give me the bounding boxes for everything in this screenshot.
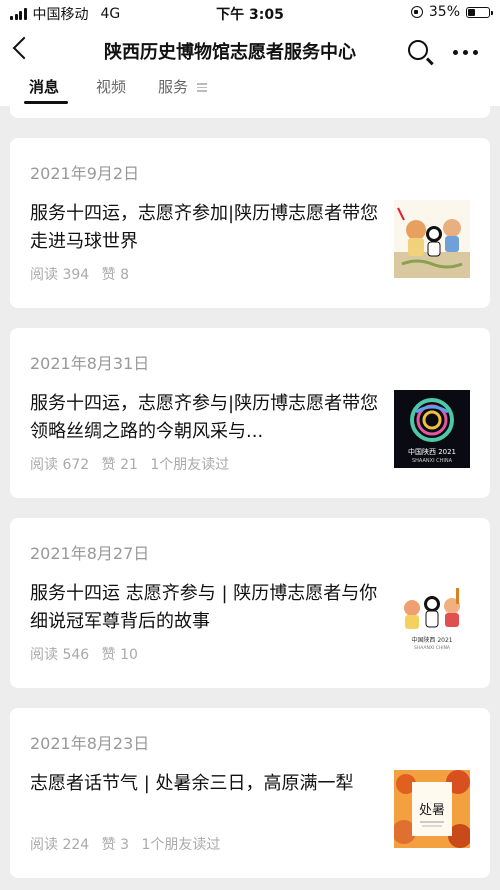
- article-card[interactable]: 2021年8月23日 志愿者话节气 | 处暑余三日，高原满一犁 阅读 224 赞…: [10, 708, 490, 878]
- article-title[interactable]: 服务十四运，志愿齐参与|陕历博志愿者带您领略丝绸之路的今朝风采与...: [30, 390, 380, 446]
- article-thumbnail[interactable]: 中国陕西 2021 SHAANXI CHINA: [394, 580, 470, 658]
- read-count: 阅读 224: [30, 837, 90, 853]
- tab-active-indicator: [24, 101, 68, 104]
- article-card[interactable]: 2021年8月27日 服务十四运 志愿齐参与 | 陕历博志愿者与你细说冠军尊背后…: [10, 518, 490, 688]
- article-date: 2021年8月27日: [30, 544, 150, 563]
- friends-read: 1个朋友读过: [141, 837, 221, 853]
- article-date: 2021年8月23日: [30, 734, 150, 753]
- previous-card-edge: [10, 106, 490, 118]
- solar-term-poster: 处暑: [394, 770, 470, 848]
- friends-read: 1个朋友读过: [150, 457, 230, 473]
- article-thumbnail[interactable]: 中国陕西 2021 SHAANXI CHINA: [394, 390, 470, 468]
- tab-services[interactable]: 服务: [158, 76, 207, 97]
- tab-messages[interactable]: 消息: [29, 76, 59, 97]
- article-meta: 阅读 394 赞 8: [30, 264, 137, 284]
- like-count: 赞 3: [101, 837, 129, 853]
- tab-services-label: 服务: [158, 78, 189, 96]
- mascot-illustration: 中国陕西 2021 SHAANXI CHINA: [404, 588, 460, 651]
- battery-percent: 35%: [428, 4, 460, 20]
- mascot-caption-cn: 中国陕西 2021: [411, 636, 452, 644]
- article-meta: 阅读 546 赞 10: [30, 644, 146, 664]
- read-count: 阅读 672: [30, 457, 90, 473]
- article-title[interactable]: 服务十四运 志愿齐参与 | 陕历博志愿者与你细说冠军尊背后的故事: [30, 580, 380, 636]
- polo-illustration: [394, 207, 470, 278]
- menu-icon: [196, 81, 207, 94]
- article-thumbnail[interactable]: [394, 200, 470, 278]
- like-count: 赞 21: [101, 457, 138, 473]
- article-thumbnail[interactable]: 处暑: [394, 770, 470, 848]
- tab-bar: 消息 视频 服务: [0, 76, 500, 106]
- article-meta: 阅读 224 赞 3 1个朋友读过: [30, 834, 228, 854]
- poster-title: 处暑: [419, 803, 445, 818]
- status-bar: 中国移动 4G 下午 3:05 35%: [0, 0, 500, 26]
- article-date: 2021年9月2日: [30, 164, 140, 183]
- emblem-caption-cn: 中国陕西 2021: [408, 447, 456, 456]
- page-title: 陕西历史博物馆志愿者服务中心: [104, 42, 356, 63]
- article-title[interactable]: 志愿者话节气 | 处暑余三日，高原满一犁: [30, 770, 380, 798]
- article-card[interactable]: 2021年9月2日 服务十四运，志愿齐参加|陕历博志愿者带您走进马球世界 阅读 …: [10, 138, 490, 308]
- battery-icon: [466, 6, 493, 18]
- search-icon[interactable]: [408, 40, 428, 60]
- games-emblem: 中国陕西 2021 SHAANXI CHINA: [408, 398, 456, 464]
- like-count: 赞 10: [101, 647, 138, 663]
- emblem-caption-en: SHAANXI CHINA: [412, 458, 453, 464]
- back-arrow-icon[interactable]: [12, 36, 36, 60]
- article-card[interactable]: 2021年8月31日 服务十四运，志愿齐参与|陕历博志愿者带您领略丝绸之路的今朝…: [10, 328, 490, 498]
- read-count: 阅读 394: [30, 267, 90, 283]
- article-date: 2021年8月31日: [30, 354, 150, 373]
- mascot-caption-en: SHAANXI CHINA: [414, 645, 451, 651]
- status-right: 35%: [410, 4, 493, 20]
- article-meta: 阅读 672 赞 21 1个朋友读过: [30, 454, 237, 474]
- rotation-lock-icon: [410, 6, 423, 18]
- article-title[interactable]: 服务十四运，志愿齐参加|陕历博志愿者带您走进马球世界: [30, 200, 380, 256]
- nav-header: 陕西历史博物馆志愿者服务中心: [0, 26, 500, 76]
- tab-videos[interactable]: 视频: [96, 76, 126, 97]
- more-options-icon[interactable]: [453, 50, 478, 55]
- read-count: 阅读 546: [30, 647, 90, 663]
- like-count: 赞 8: [101, 267, 129, 283]
